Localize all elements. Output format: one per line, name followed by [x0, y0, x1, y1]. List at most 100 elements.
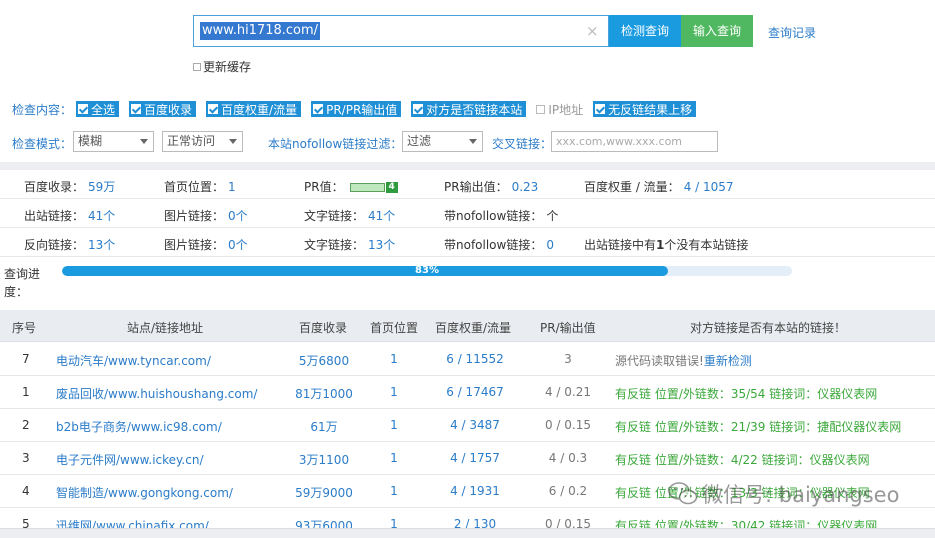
error-text: 源代码读取错误!: [615, 354, 704, 368]
cell-index: 61万: [310, 420, 338, 434]
option-no-backlink-top[interactable]: 无反链结果上移: [593, 101, 697, 117]
stat-pr-output: PR输出值： 0.23: [444, 178, 538, 195]
nofollow-filter-label: 本站nofollow链接过滤：: [268, 137, 403, 151]
results-table-header: 序号 站点/链接地址 百度收录 首页位置 百度权重/流量 PR/输出值 对方链接…: [0, 310, 935, 342]
stat-value: 0个: [228, 209, 248, 223]
cell-pos: 1: [390, 418, 398, 432]
checkbox-checked-icon[interactable]: [595, 104, 606, 114]
clear-icon[interactable]: ×: [586, 22, 600, 40]
cross-link-label: 交叉链接：: [492, 137, 553, 151]
stats-row-2: 出站链接： 41个 图片链接： 0个 文字链接： 41个 带nofollow链接：个: [0, 200, 935, 228]
column-header: 序号: [12, 321, 37, 335]
checkbox-checked-icon[interactable]: [131, 104, 142, 114]
option-label: PR/PR输出值: [326, 102, 398, 117]
stat-value: 41个: [88, 209, 116, 223]
pagerank-bar: [349, 183, 385, 192]
cell-site[interactable]: 废品回收/www.huishoushang.com/: [56, 385, 257, 402]
stat-label: 百度权重 / 流量：: [584, 180, 680, 194]
checkbox-icon[interactable]: [193, 62, 201, 71]
refresh-cache-label: 更新缓存: [203, 60, 252, 74]
stat-pr: PR值： 4: [304, 178, 398, 195]
table-row: 7 电动汽车/www.tyncar.com/5万6800 1 6 / 11552 3 源代…: [0, 343, 935, 376]
option-label: IP地址: [548, 102, 584, 117]
cross-link-input[interactable]: xxx.com,www.xxx.com: [551, 131, 718, 152]
cell-site[interactable]: 电子元件网/www.ickey.cn/: [56, 451, 204, 468]
stat-label: 首页位置：: [164, 180, 225, 194]
option-ip[interactable]: IP地址: [536, 101, 583, 118]
query-history-link[interactable]: 查询记录: [768, 24, 816, 41]
check-query-button[interactable]: 检测查询: [609, 15, 681, 47]
cell-pos: 1: [390, 352, 398, 366]
match-mode-select[interactable]: 模糊: [73, 131, 154, 152]
url-search-field[interactable]: www.hi1718.com/ ×: [193, 15, 609, 47]
stat-value: 4 / 1057: [683, 180, 734, 194]
option-label: 百度收录: [144, 102, 193, 117]
section-divider: [0, 162, 935, 170]
checkbox-icon[interactable]: [536, 104, 546, 114]
cell-pos: 1: [390, 451, 398, 465]
check-content-label: 检查内容：: [12, 102, 73, 117]
cell-no: 7: [22, 352, 30, 366]
cell-pr: 4 / 0.3: [548, 451, 588, 465]
stat-baidu-index: 百度收录： 59万: [24, 178, 115, 195]
stat-value: 13个: [368, 238, 396, 252]
cell-weight: 6 / 11552: [446, 352, 504, 366]
stat-nofollow-links: 带nofollow链接：个: [444, 207, 558, 224]
url-search-input[interactable]: www.hi1718.com/: [200, 22, 321, 40]
checkbox-checked-icon[interactable]: [413, 104, 424, 114]
cell-no: 4: [22, 484, 30, 498]
horizontal-scrollbar[interactable]: [0, 528, 935, 538]
column-header: PR/输出值: [540, 321, 596, 335]
wechat-watermark: 微信号: baiyangseo: [668, 478, 899, 510]
stat-text-links: 文字链接： 13个: [304, 236, 395, 253]
stat-home-position: 首页位置： 1: [164, 178, 236, 195]
stat-value: 59万: [88, 180, 116, 194]
stat-label: 带nofollow链接：: [444, 209, 543, 223]
checkbox-checked-icon[interactable]: [313, 104, 324, 114]
stat-label: 文字链接：: [304, 238, 365, 252]
input-query-button[interactable]: 输入查询: [681, 15, 753, 47]
progress-label: 查询进度：: [4, 267, 41, 299]
cell-site[interactable]: b2b电子商务/www.ic98.com/: [56, 418, 222, 435]
stat-missing-note: 出站链接中有1个没有本站链接: [584, 236, 748, 253]
cell-index: 3万1100: [298, 453, 350, 467]
stat-value: 个: [546, 209, 559, 223]
progress-bar: 83%: [62, 266, 792, 276]
option-backlink[interactable]: 对方是否链接本站: [411, 101, 527, 117]
stat-weight: 百度权重 / 流量： 4 / 1057: [584, 178, 734, 195]
checkbox-checked-icon[interactable]: [208, 104, 219, 114]
option-label: 对方是否链接本站: [426, 102, 523, 117]
select-value: 过滤: [407, 134, 432, 148]
cell-site[interactable]: 电动汽车/www.tyncar.com/: [56, 352, 211, 369]
option-label: 百度权重/流量: [221, 102, 298, 117]
check-mode-label: 检查模式：: [12, 137, 73, 151]
nofollow-filter-select[interactable]: 过滤: [402, 131, 483, 152]
note-text: 个没有本站链接: [664, 238, 749, 252]
check-mode-row: 检查模式： 模糊 正常访问 本站nofollow链接过滤： 过滤 交叉链接： x…: [12, 131, 932, 153]
cell-no: 1: [22, 385, 30, 399]
cell-no: 3: [22, 451, 30, 465]
cell-pos: 1: [390, 484, 398, 498]
cell-index: 81万1000: [295, 387, 353, 401]
column-header: 百度权重/流量: [435, 321, 512, 335]
option-baidu-index[interactable]: 百度收录: [129, 101, 197, 117]
stat-out-links: 出站链接： 41个: [24, 207, 115, 224]
cell-weight: 4 / 1757: [450, 451, 500, 465]
checkbox-checked-icon[interactable]: [78, 104, 89, 114]
access-mode-select[interactable]: 正常访问: [162, 131, 243, 152]
select-value: 模糊: [78, 134, 103, 148]
option-select-all[interactable]: 全选: [76, 101, 120, 117]
stat-text-links: 文字链接： 41个: [304, 207, 395, 224]
cell-pr: 4 / 0.21: [544, 385, 592, 399]
stat-image-links: 图片链接： 0个: [164, 236, 248, 253]
option-pr[interactable]: PR/PR输出值: [311, 101, 402, 117]
cell-index: 5万6800: [298, 354, 350, 368]
progress-text: 83%: [415, 266, 439, 276]
recheck-link[interactable]: 重新检测: [704, 354, 752, 368]
note-text: 出站链接中有: [584, 238, 657, 252]
column-header: 百度收录: [299, 321, 348, 335]
refresh-cache-checkbox[interactable]: 更新缓存: [193, 58, 251, 75]
option-baidu-weight[interactable]: 百度权重/流量: [206, 101, 302, 117]
cell-site[interactable]: 智能制造/www.gongkong.com/: [56, 484, 233, 501]
stat-nofollow-links: 带nofollow链接： 0: [444, 236, 554, 253]
